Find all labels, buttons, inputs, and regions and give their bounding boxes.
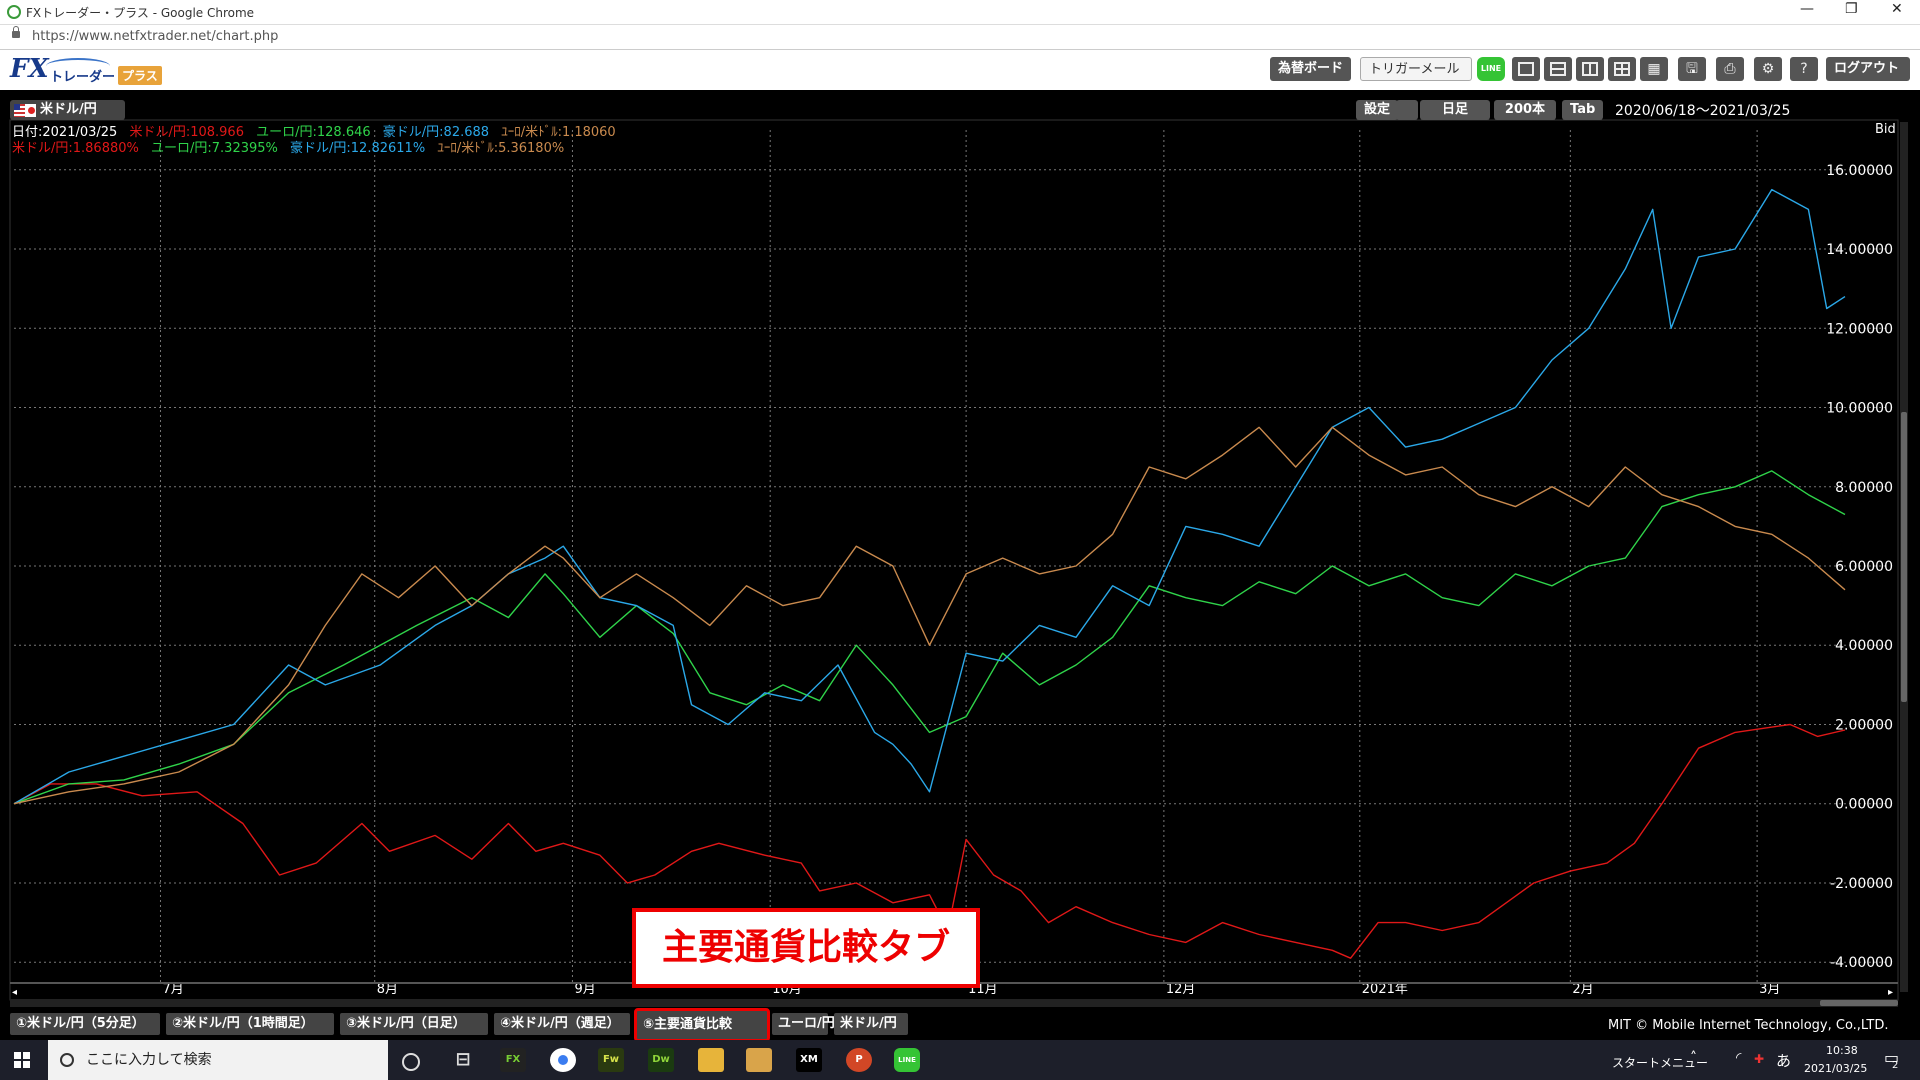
y-tick-label: 14.00000 xyxy=(1826,242,1893,258)
y-tick-label: -4.00000 xyxy=(1830,955,1893,971)
tab-usdjpy-1hour[interactable]: ②米ドル/円（1時間足） xyxy=(166,1013,334,1035)
comparison-chart: 16.00000 14.00000 12.00000 10.00000 8.00000 6… xyxy=(9,119,1908,1007)
info-eurusd-percent: ﾕｰﾛ/米ﾄﾞﾙ:5.36180% xyxy=(437,141,565,156)
tab-usdjpy-weekly[interactable]: ④米ドル/円（週足） xyxy=(494,1013,630,1035)
tab-major-currency-comparison[interactable]: ⑤主要通貨比較 xyxy=(634,1008,770,1042)
logout-button[interactable]: ログアウト xyxy=(1826,57,1910,81)
rate-board-button[interactable]: 為替ボード xyxy=(1270,57,1352,81)
copyright: MIT © Mobile Internet Technology, Co.,LT… xyxy=(1608,1018,1889,1033)
logo-fx: FX xyxy=(10,54,49,84)
y-tick-label: 16.00000 xyxy=(1826,163,1893,179)
logo-trader: トレーダー・ xyxy=(50,70,129,85)
tab-eurjpy[interactable]: ユーロ/円 xyxy=(772,1013,835,1035)
search-placeholder: ここに入力して検索 xyxy=(86,1052,212,1068)
x-tick-label: 8月 xyxy=(377,982,398,997)
search-icon xyxy=(60,1053,74,1067)
taskbar: ここに入力して検索 ⊟ FX Fw Dw XM P LINE スタートメニュー … xyxy=(0,1040,1920,1080)
help-icon[interactable]: ? xyxy=(1790,57,1818,81)
gear-icon[interactable]: ⚙ xyxy=(1754,57,1782,81)
restore-icon[interactable]: ❐ xyxy=(1845,1,1858,17)
y-tick-label: 10.00000 xyxy=(1826,401,1893,417)
settings-button[interactable]: 設定 xyxy=(1356,100,1399,120)
minimize-icon[interactable]: — xyxy=(1800,1,1814,17)
info-audjpy-percent: 豪ドル/円:12.82611% xyxy=(290,141,426,156)
xm-icon[interactable]: XM xyxy=(796,1048,822,1072)
powerpoint-icon[interactable]: P xyxy=(846,1048,872,1072)
url-text[interactable]: https://www.netfxtrader.net/chart.php xyxy=(32,29,278,44)
scrollbar-track xyxy=(10,999,1898,1007)
layout-vertical-split-icon[interactable] xyxy=(1576,57,1604,81)
y-tick-label: 8.00000 xyxy=(1835,480,1893,496)
scroll-right-icon: ▸ xyxy=(1888,987,1893,998)
layout-grid-icon[interactable]: ▦ xyxy=(1640,57,1668,81)
tab-button[interactable]: Tab xyxy=(1562,100,1604,120)
pair-tab[interactable]: 米ドル/円 xyxy=(10,100,125,120)
fireworks-icon[interactable]: Fw xyxy=(598,1048,624,1072)
y-tick-label: 6.00000 xyxy=(1835,559,1893,575)
x-tick-label: 12月 xyxy=(1166,982,1196,997)
info-eurjpy-percent: ユーロ/円:7.32395% xyxy=(151,141,278,156)
trigger-mail-button[interactable]: トリガーメール xyxy=(1360,57,1472,81)
close-icon[interactable]: ✕ xyxy=(1891,1,1903,17)
x-tick-label: 9月 xyxy=(574,982,595,997)
settings-dropdown-icon[interactable] xyxy=(1396,100,1418,120)
logo-plus: プラス xyxy=(118,66,162,85)
bottom-tab-bar: ①米ドル/円（5分足） ②米ドル/円（1時間足） ③米ドル/円（日足） ④米ドル… xyxy=(0,1008,1920,1042)
line-icon[interactable]: LINE xyxy=(1477,57,1505,81)
x-tick-label: 3月 xyxy=(1759,982,1780,997)
address-bar[interactable]: https://www.netfxtrader.net/chart.php xyxy=(0,25,1920,50)
clock-time[interactable]: 10:38 xyxy=(1826,1044,1858,1057)
tab-usdjpy-5min[interactable]: ①米ドル/円（5分足） xyxy=(10,1013,160,1035)
annotation-callout: 主要通貨比較タブ xyxy=(632,908,980,988)
us-jp-flag-icon xyxy=(14,104,36,117)
line-taskbar-icon[interactable]: LINE xyxy=(894,1048,920,1072)
fx-app-icon[interactable]: FX xyxy=(500,1048,526,1072)
save-icon[interactable]: 🖫 xyxy=(1678,57,1706,81)
info-usdjpy-percent: 米ドル/円:1.86880% xyxy=(12,141,139,156)
app-header: FX トレーダー・ プラス 為替ボード トリガーメール LINE ▦ 🖫 ⎙ ⚙… xyxy=(0,50,1920,90)
cortana-icon[interactable] xyxy=(402,1053,420,1071)
browser-title-bar: FXトレーダー・プラス - Google Chrome — ❐ ✕ xyxy=(0,0,1920,25)
print-icon[interactable]: ⎙ xyxy=(1716,57,1744,81)
y-tick-label: 12.00000 xyxy=(1826,321,1893,337)
wifi-icon[interactable]: ◜ xyxy=(1736,1050,1741,1066)
x-tick-label: 2月 xyxy=(1572,982,1593,997)
layout-horizontal-split-icon[interactable] xyxy=(1544,57,1572,81)
tab-usdjpy[interactable]: 米ドル/円 xyxy=(834,1013,908,1035)
tab-usdjpy-daily[interactable]: ③米ドル/円（日足） xyxy=(340,1013,488,1035)
timeframe-select[interactable]: 日足 xyxy=(1420,100,1490,120)
x-tick-label: 7月 xyxy=(162,982,183,997)
scroll-left-icon: ◂ xyxy=(12,987,17,998)
windows-start-icon[interactable] xyxy=(14,1052,30,1068)
notification-count: 2 xyxy=(1892,1060,1899,1071)
scrollbar-thumb xyxy=(1820,1000,1898,1006)
y-tick-label: 2.00000 xyxy=(1835,717,1893,733)
bars-select[interactable]: 200本 xyxy=(1494,100,1556,120)
favicon-icon xyxy=(7,5,21,19)
x-tick-label: 2021年 xyxy=(1362,982,1408,997)
date-range: 2020/06/18～2021/03/25 xyxy=(1615,103,1791,119)
lock-icon xyxy=(12,26,20,38)
task-view-icon[interactable]: ⊟ xyxy=(450,1048,476,1072)
security-icon[interactable]: ✚ xyxy=(1754,1052,1764,1066)
file-explorer-icon[interactable] xyxy=(698,1048,724,1072)
chrome-icon[interactable] xyxy=(550,1048,576,1072)
layout-single-icon[interactable] xyxy=(1512,57,1540,81)
chart-panel: 16.00000 14.00000 12.00000 10.00000 8.00000 6… xyxy=(0,92,1920,1030)
y-tick-label: 0.00000 xyxy=(1835,797,1893,813)
info-line-percent: 米ドル/円:1.86880% ユーロ/円:7.32395% 豪ドル/円:12.8… xyxy=(12,137,572,156)
v-scrollbar-thumb xyxy=(1901,412,1907,702)
price-type: Bid xyxy=(1875,122,1896,137)
ime-indicator[interactable]: あ xyxy=(1776,1050,1791,1071)
dreamweaver-icon[interactable]: Dw xyxy=(648,1048,674,1072)
taskbar-search-box[interactable]: ここに入力して検索 xyxy=(48,1040,388,1080)
window-title: FXトレーダー・プラス - Google Chrome xyxy=(26,6,255,20)
paint-icon[interactable] xyxy=(746,1048,772,1072)
y-tick-label: -2.00000 xyxy=(1830,876,1893,892)
tray-chevron-icon[interactable]: ˄ xyxy=(1690,1050,1697,1066)
y-tick-label: 4.00000 xyxy=(1835,638,1893,654)
pair-label: 米ドル/円 xyxy=(40,102,97,117)
clock-date[interactable]: 2021/03/25 xyxy=(1804,1062,1867,1075)
layout-quad-icon[interactable] xyxy=(1608,57,1636,81)
